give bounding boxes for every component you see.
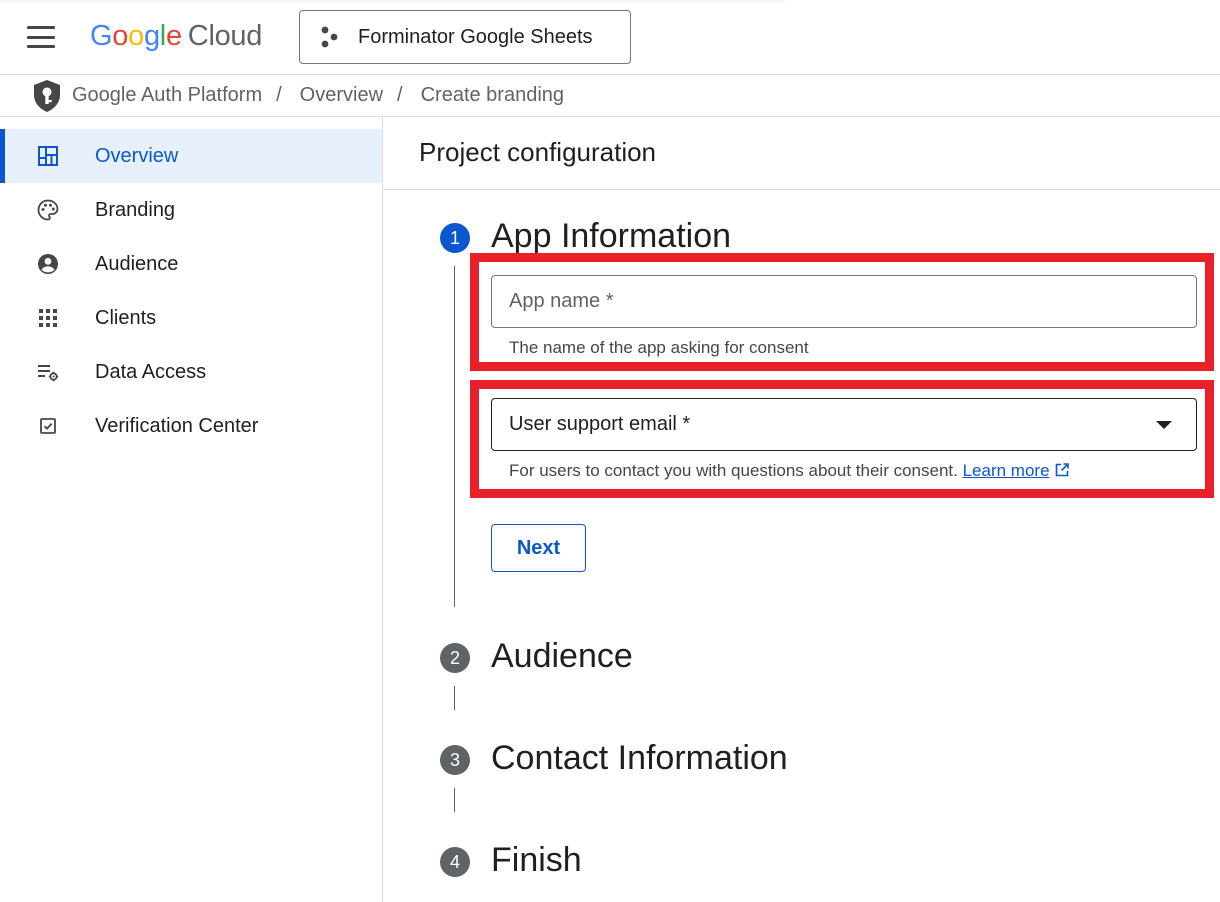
- support-email-helper-text: For users to contact you with questions …: [509, 461, 1070, 481]
- step-1-connector: [454, 266, 455, 607]
- next-button[interactable]: Next: [491, 524, 586, 572]
- breadcrumb-separator: /: [276, 84, 282, 106]
- shield-key-icon: [34, 79, 60, 112]
- step-3-indicator: 3: [440, 745, 470, 775]
- step-2-title[interactable]: Audience: [491, 636, 633, 676]
- sidebar-item-verification-center[interactable]: Verification Center: [0, 399, 382, 453]
- support-email-label: User support email *: [509, 413, 691, 435]
- checkbox-icon: [40, 418, 56, 434]
- breadcrumb-separator: /: [397, 84, 403, 106]
- breadcrumb-current: Create branding: [420, 84, 565, 106]
- project-hierarchy-icon: [321, 26, 338, 48]
- app-name-helper-text: The name of the app asking for consent: [509, 338, 809, 357]
- sidebar: Overview Branding Audience Clients Data …: [0, 117, 383, 902]
- step-2-connector: [454, 686, 455, 710]
- list-settings-icon: [38, 365, 59, 382]
- breadcrumb-overview[interactable]: Overview: [300, 84, 383, 107]
- sidebar-item-clients[interactable]: Clients: [0, 291, 382, 345]
- learn-more-link[interactable]: Learn more: [963, 461, 1070, 480]
- app-name-placeholder: App name *: [509, 290, 614, 312]
- step-3-connector: [454, 788, 455, 812]
- account-circle-icon: [38, 254, 58, 274]
- top-accent-line: [0, 0, 785, 2]
- step-1-indicator: 1: [440, 223, 470, 253]
- page-title: Project configuration: [419, 137, 657, 167]
- main-menu-icon[interactable]: [22, 22, 60, 52]
- logo-cloud-text: Cloud: [187, 20, 263, 52]
- step-3-title[interactable]: Contact Information: [491, 738, 788, 778]
- dropdown-caret-icon: [1156, 421, 1172, 429]
- breadcrumb-auth-platform[interactable]: Google Auth Platform: [72, 84, 262, 107]
- step-2-indicator: 2: [440, 643, 470, 673]
- step-4-indicator: 4: [440, 847, 470, 877]
- top-bar: Google Cloud Forminator Google Sheets: [0, 0, 1220, 75]
- sidebar-item-branding[interactable]: Branding: [0, 183, 382, 237]
- sidebar-item-data-access[interactable]: Data Access: [0, 345, 382, 399]
- project-picker-button[interactable]: Forminator Google Sheets: [299, 10, 631, 64]
- palette-icon: [37, 199, 59, 221]
- google-cloud-logo[interactable]: Google Cloud: [90, 16, 262, 56]
- user-support-email-select[interactable]: User support email *: [491, 398, 1197, 451]
- apps-grid-icon: [39, 309, 57, 327]
- app-name-input[interactable]: App name *: [491, 275, 1197, 328]
- breadcrumb: Google Auth Platform / Overview / Create…: [0, 75, 1220, 117]
- step-1-title[interactable]: App Information: [491, 216, 731, 256]
- sidebar-item-overview[interactable]: Overview: [0, 129, 382, 183]
- sidebar-item-audience[interactable]: Audience: [0, 237, 382, 291]
- main-header: Project configuration: [383, 117, 1220, 190]
- external-link-icon: [1055, 463, 1069, 477]
- project-name: Forminator Google Sheets: [358, 25, 593, 48]
- dashboard-icon: [38, 146, 58, 166]
- step-4-title[interactable]: Finish: [491, 840, 582, 880]
